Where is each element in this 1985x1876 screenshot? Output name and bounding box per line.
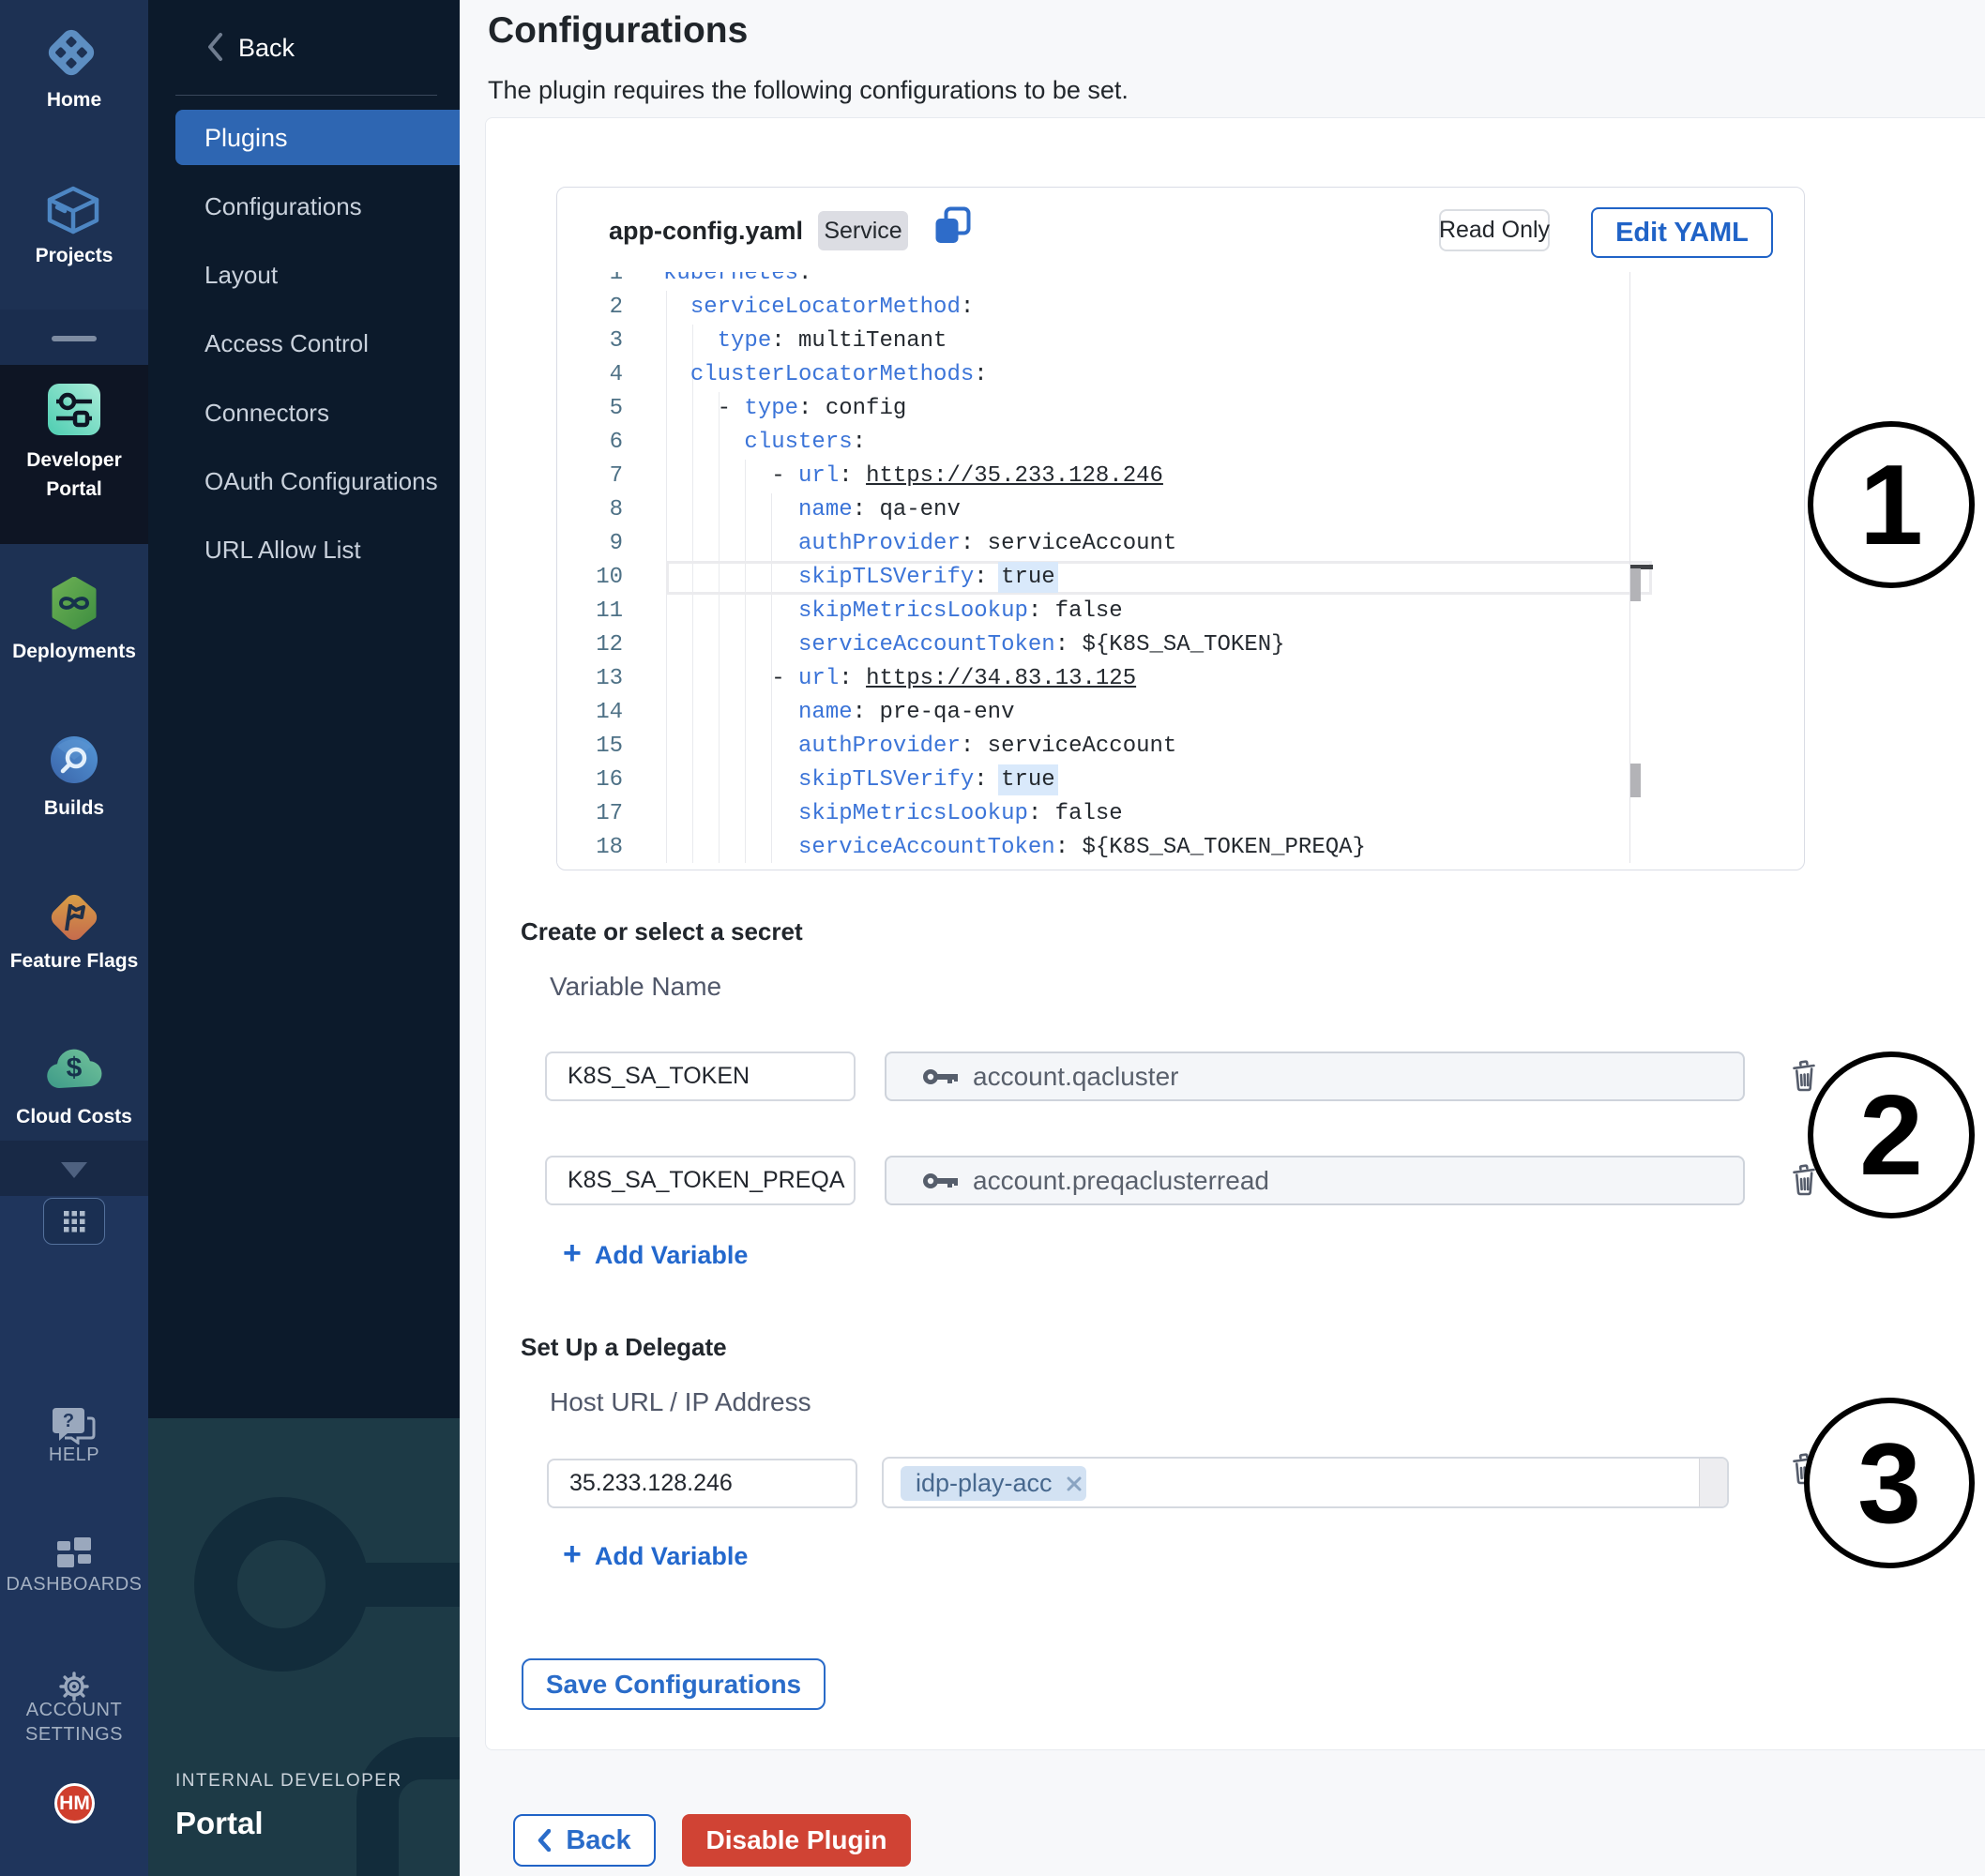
svg-text:?: ? [63,1411,74,1431]
svg-text:$: $ [67,1052,83,1083]
